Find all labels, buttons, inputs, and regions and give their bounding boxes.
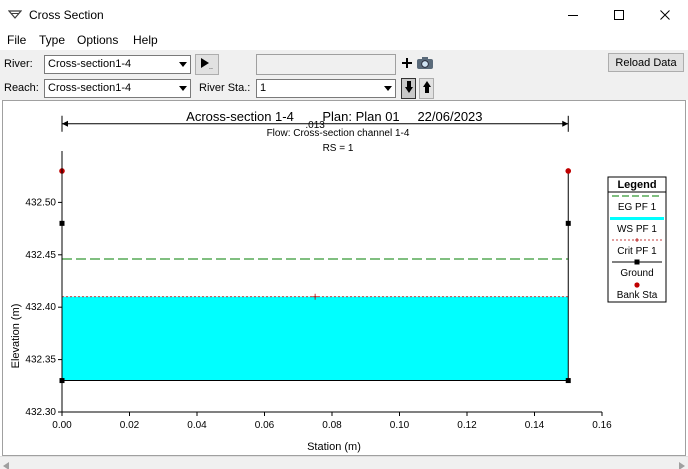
x-tick-label: 0.10 [390, 420, 410, 431]
next-station-button[interactable] [419, 78, 434, 99]
play-arrow-icon: .. [198, 56, 216, 73]
plot-title: Across-section 1-4 [186, 109, 294, 124]
y-tick-label: 432.30 [25, 407, 56, 418]
reload-data-button[interactable]: Reload Data [608, 53, 684, 72]
y-tick-label: 432.40 [25, 302, 56, 313]
x-tick-label: 0.02 [120, 420, 140, 431]
n-value-right-arrow [562, 120, 569, 127]
plus-icon[interactable] [401, 56, 413, 73]
river-select-value: Cross-section1-4 [48, 58, 132, 70]
legend-ws-swatch [610, 217, 664, 220]
y-axis-label: Elevation (m) [10, 304, 22, 369]
previous-station-button[interactable] [401, 78, 416, 99]
menu-type[interactable]: Type [39, 33, 65, 47]
scroll-left-icon[interactable] [3, 459, 9, 469]
reach-label: Reach: [4, 82, 39, 94]
y-tick-label: 432.35 [25, 355, 56, 366]
title-bar: Cross Section [0, 0, 688, 30]
reach-select[interactable]: Cross-section1-4 [44, 79, 191, 98]
x-tick-label: 0.06 [255, 420, 275, 431]
plot-panel: Across-section 1-4 Plan: Plan 01 22/06/2… [2, 100, 686, 456]
minimize-button[interactable] [550, 0, 596, 30]
river-sta-select-value: 1 [260, 82, 267, 94]
toolbar: River: Cross-section1-4 .. Reload Data R… [0, 50, 688, 100]
n-value-label: .013 [305, 120, 325, 131]
svg-text:..: .. [209, 64, 213, 70]
y-tick-label: 432.45 [25, 250, 56, 261]
x-tick-label: 0.08 [322, 420, 342, 431]
menu-help[interactable]: Help [133, 33, 158, 47]
river-sta-label: River Sta.: [199, 82, 251, 94]
arrow-down-icon [404, 80, 414, 97]
maximize-button[interactable] [596, 0, 642, 30]
chevron-down-icon [175, 56, 190, 73]
play-button[interactable]: .. [195, 54, 219, 75]
ground-marker [565, 378, 571, 384]
legend-item: WS PF 1 [610, 217, 664, 235]
arrow-up-icon [422, 80, 432, 97]
river-select[interactable]: Cross-section1-4 [44, 55, 191, 74]
legend: Legend EG PF 1 WS PF 1 Crit PF 1 Ground Bank… [607, 176, 667, 303]
window-title: Cross Section [29, 8, 104, 22]
chevron-down-icon [380, 80, 395, 97]
y-tick-label: 432.50 [25, 197, 56, 208]
x-tick-label: 0.16 [592, 420, 612, 431]
x-tick-label: 0.12 [457, 420, 477, 431]
legend-bank-swatch [634, 282, 640, 288]
n-value-left-arrow [62, 120, 68, 127]
profile-textbox[interactable] [256, 54, 396, 75]
x-tick-label: 0.14 [525, 420, 545, 431]
plot-date: 22/06/2023 [417, 109, 482, 124]
horizontal-scrollbar[interactable] [0, 456, 688, 469]
legend-label: WS PF 1 [617, 224, 657, 235]
legend-label: Crit PF 1 [617, 246, 657, 257]
plot-subtitle-flow: Flow: Cross-section channel 1-4 [267, 128, 410, 139]
x-axis-label: Station (m) [307, 441, 361, 453]
river-sta-select[interactable]: 1 [256, 79, 396, 98]
cross-section-plot: Across-section 1-4 Plan: Plan 01 22/06/2… [10, 109, 667, 453]
menu-file[interactable]: File [7, 33, 26, 47]
camera-icon[interactable] [416, 56, 434, 73]
plot-plan: Plan: Plan 01 [322, 109, 399, 124]
scroll-right-icon[interactable] [679, 459, 685, 469]
cross-section-app-icon [7, 9, 23, 23]
legend-label: EG PF 1 [618, 202, 657, 213]
bank-station-marker [565, 168, 572, 174]
legend-ground-square [634, 259, 640, 265]
reach-select-value: Cross-section1-4 [48, 82, 132, 94]
chevron-down-icon [175, 80, 190, 97]
x-tick-label: 0.00 [52, 420, 72, 431]
plot-subtitle-rs: RS = 1 [323, 143, 354, 154]
river-label: River: [4, 58, 33, 70]
menu-bar: File Type Options Help [0, 30, 688, 50]
menu-options[interactable]: Options [77, 33, 118, 47]
close-button[interactable] [642, 0, 688, 30]
water-surface-fill [62, 296, 569, 381]
legend-label: Bank Sta [617, 290, 658, 301]
legend-label: Ground [620, 268, 653, 279]
ground-marker [565, 220, 571, 226]
legend-title: Legend [617, 179, 656, 191]
x-tick-label: 0.04 [187, 420, 207, 431]
